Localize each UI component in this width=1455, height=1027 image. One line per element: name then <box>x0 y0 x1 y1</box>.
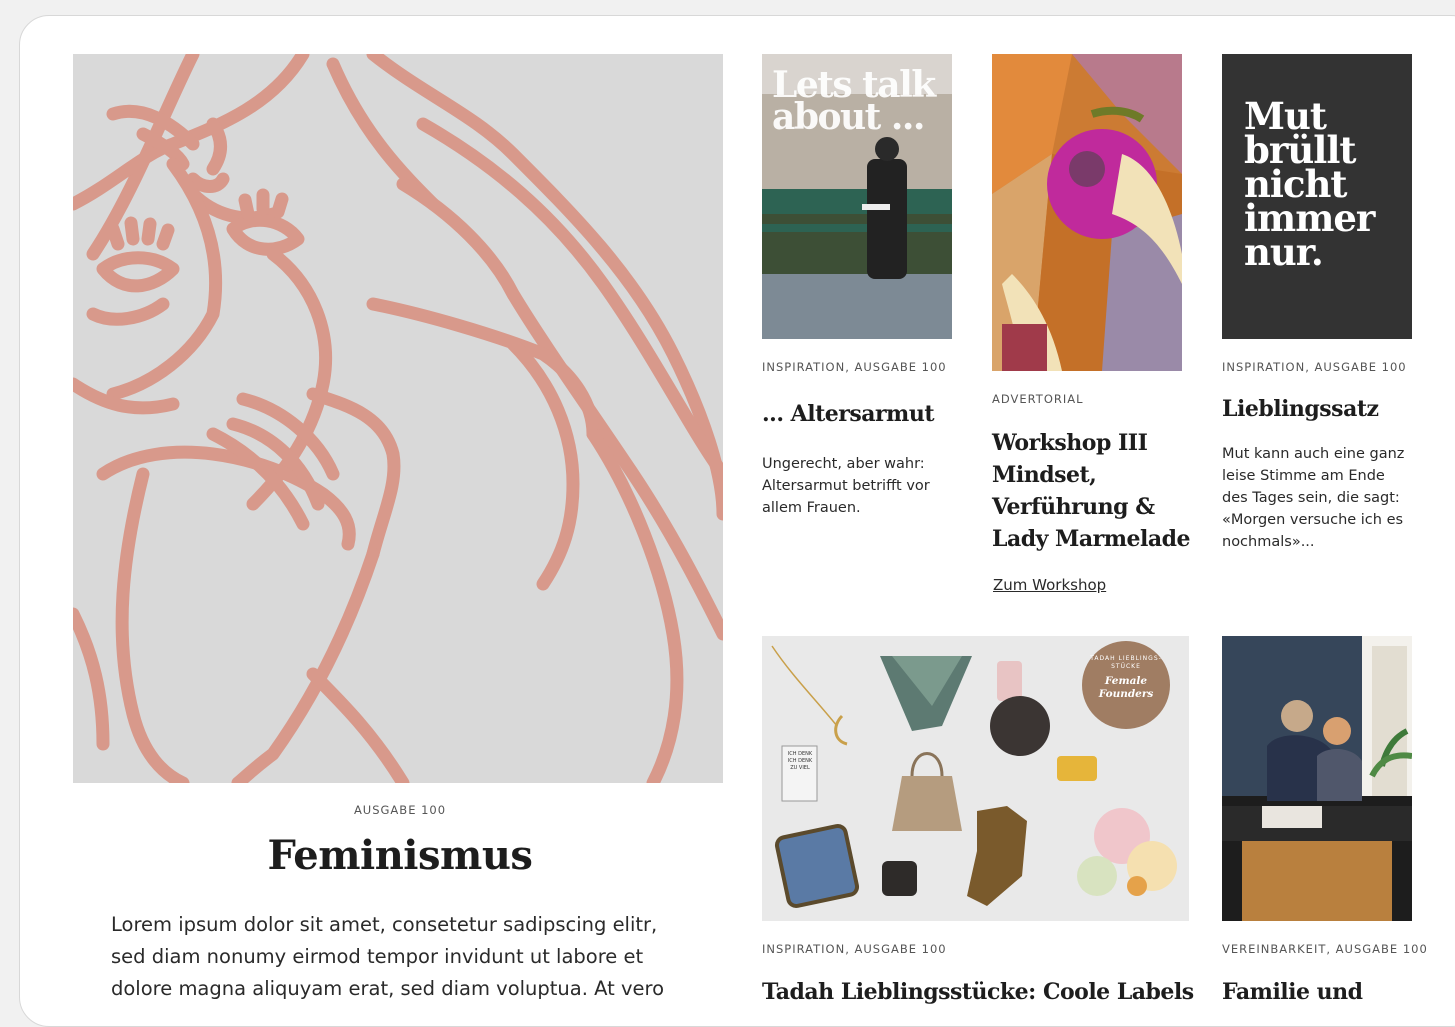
workshop-link[interactable]: Zum Workshop <box>993 576 1106 594</box>
article-altersarmut-image[interactable]: Lets talk about ... <box>762 54 952 339</box>
article-tadah-image[interactable]: TADAH LIEBLINGS- STÜCKE Female Founders … <box>762 636 1189 921</box>
article-workshop-kicker: ADVERTORIAL <box>992 392 1084 406</box>
article-lieblingssatz-text: Mut kann auch eine ganz leise Stimme am … <box>1222 446 1405 550</box>
article-tadah-title[interactable]: Tadah Lieblingsstücke: Coole Labels <box>762 977 1194 1007</box>
article-familie-kicker: VEREINBARKEIT, AUSGABE 100 <box>1222 942 1428 956</box>
female-founders-badge: TADAH LIEBLINGS- STÜCKE Female Founders <box>1082 641 1170 729</box>
article-lieblingssatz-image[interactable]: Mut brüllt nicht immer nur. <box>1222 54 1412 339</box>
article-workshop-image[interactable] <box>992 54 1182 371</box>
article-altersarmut-text: Ungerecht, aber wahr: Altersarmut betrif… <box>762 456 930 516</box>
badge-main-text: Female Founders <box>1098 675 1154 700</box>
article-familie-title[interactable]: Familie und <box>1222 977 1363 1007</box>
article-altersarmut-kicker: INSPIRATION, AUSGABE 100 <box>762 360 947 374</box>
hero-kicker: AUSGABE 100 <box>353 803 447 817</box>
hero-text: Lorem ipsum dolor sit amet, consetetur s… <box>111 913 665 1000</box>
lieblingssatz-quote: Mut brüllt nicht immer nur. <box>1244 94 1375 274</box>
article-lieblingssatz-title[interactable]: Lieblingssatz <box>1222 394 1422 424</box>
article-tadah-kicker: INSPIRATION, AUSGABE 100 <box>762 942 947 956</box>
content-card: AUSGABE 100 Feminismus Lorem ipsum dolor… <box>19 15 1455 1027</box>
badge-top-text: TADAH LIEBLINGS- STÜCKE <box>1090 655 1162 670</box>
hero-title[interactable]: Feminismus <box>20 828 780 884</box>
article-altersarmut-overlay: Lets talk about ... <box>772 64 936 138</box>
article-lieblingssatz-kicker: INSPIRATION, AUSGABE 100 <box>1222 360 1407 374</box>
hero-illustration[interactable] <box>73 54 723 783</box>
sticker-text: ICH DENK ICH DENK ZU VIEL <box>787 751 813 771</box>
article-altersarmut-title[interactable]: ... Altersarmut <box>762 399 962 429</box>
article-workshop-title[interactable]: Workshop III Mindset, Verführung & Lady … <box>992 427 1192 555</box>
article-familie-image[interactable] <box>1222 636 1412 921</box>
